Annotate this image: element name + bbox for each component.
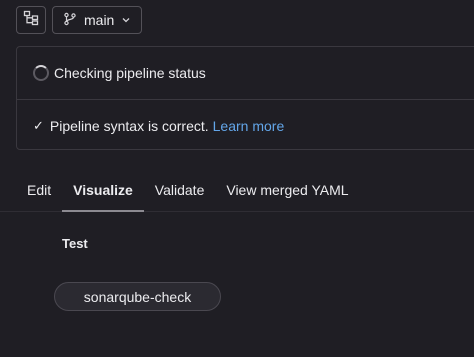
pipeline-status-row: Checking pipeline status: [17, 47, 474, 99]
syntax-status-text: Pipeline syntax is correct.: [49, 117, 209, 134]
job-pill[interactable]: sonarqube-check: [54, 282, 221, 311]
stage-title: Test: [62, 236, 88, 251]
pipeline-status-text: Checking pipeline status: [54, 65, 206, 81]
tab-view-merged-yaml[interactable]: View merged YAML: [215, 170, 359, 210]
pipeline-status-panel: Checking pipeline status ✓ Pipeline synt…: [16, 46, 474, 150]
tab-edit[interactable]: Edit: [16, 170, 62, 210]
branch-name: main: [84, 12, 115, 28]
tab-visualize[interactable]: Visualize: [62, 170, 144, 212]
editor-toolbar: main: [16, 6, 143, 36]
git-branch-icon: [63, 12, 77, 29]
editor-tabs: Edit Visualize Validate View merged YAML: [16, 170, 360, 212]
learn-more-link[interactable]: Learn more: [213, 118, 285, 134]
job-name: sonarqube-check: [83, 288, 192, 305]
check-icon: ✓: [33, 117, 44, 133]
pipeline-tree-icon: [23, 10, 39, 31]
tab-validate[interactable]: Validate: [144, 170, 216, 210]
syntax-status-row: ✓ Pipeline syntax is correct. Learn more: [17, 99, 474, 151]
loading-spinner-icon: [33, 65, 49, 81]
chevron-down-icon: [121, 12, 131, 28]
pipeline-browser-button[interactable]: [16, 6, 46, 34]
branch-selector[interactable]: main: [52, 6, 143, 34]
